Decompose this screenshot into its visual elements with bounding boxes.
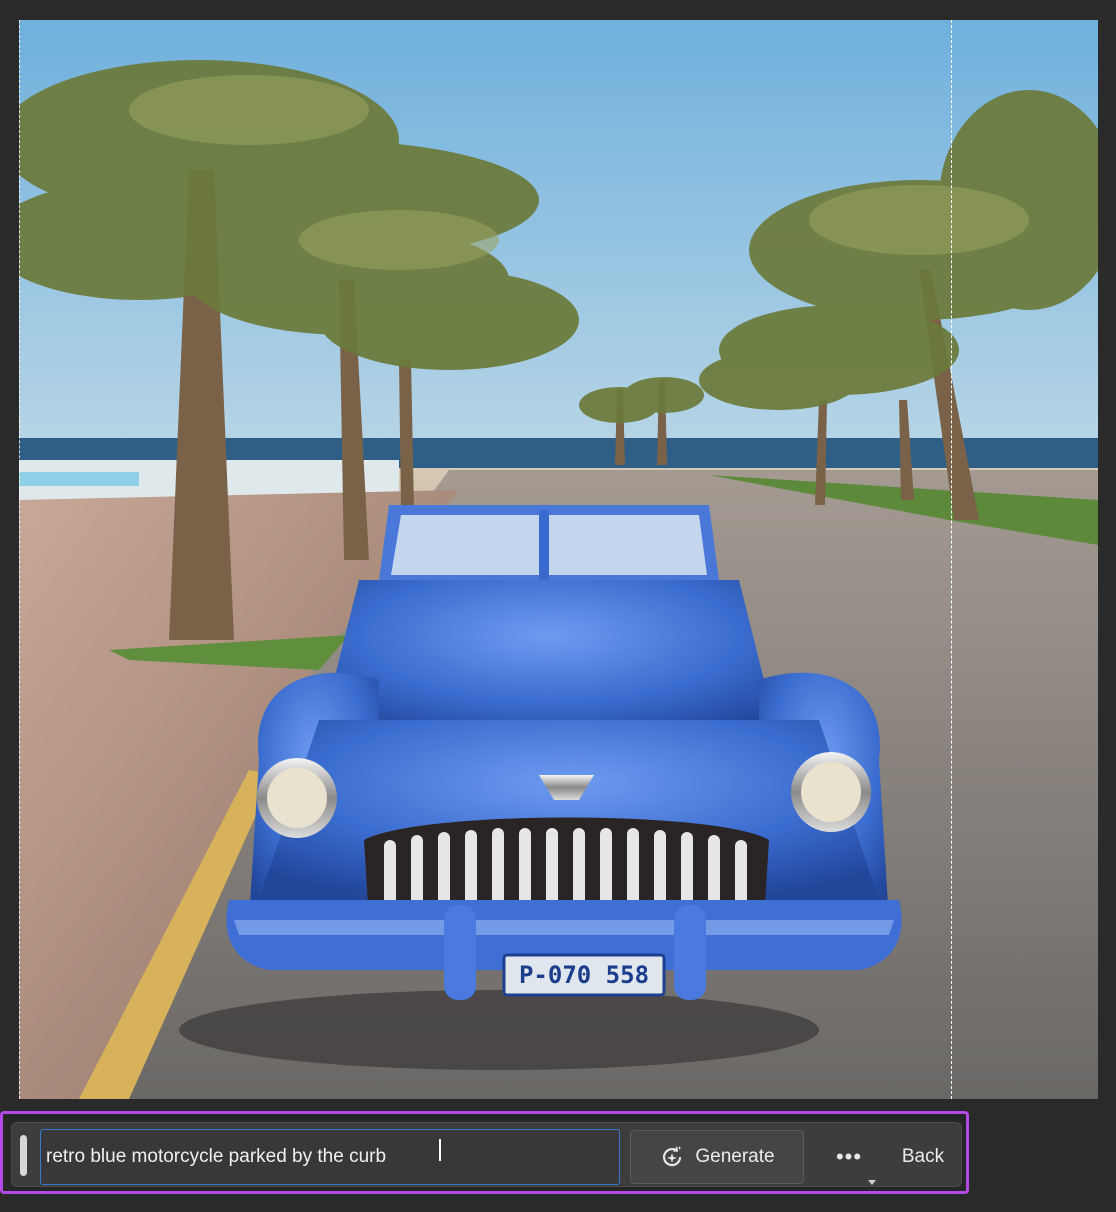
generate-label: Generate [695,1146,775,1167]
chevron-down-icon [868,1180,876,1185]
photo-image [19,20,1098,1099]
photo-canvas[interactable]: P-070 558 [19,20,1098,1099]
generate-button[interactable]: Generate [630,1130,804,1184]
license-plate-text: P-070 558 [518,961,650,989]
prompt-input[interactable] [40,1129,620,1185]
more-options-button[interactable]: ••• [818,1130,880,1184]
drag-handle-icon[interactable] [20,1135,27,1176]
more-options-icon: ••• [835,1144,863,1169]
back-button[interactable]: Back [888,1130,958,1184]
back-label: Back [901,1146,945,1167]
contextual-task-bar: Generate ••• Back [11,1122,962,1187]
text-caret [439,1139,441,1161]
sparkle-refresh-icon [663,1146,682,1167]
taskbar-highlight: Generate ••• Back [0,1111,969,1194]
